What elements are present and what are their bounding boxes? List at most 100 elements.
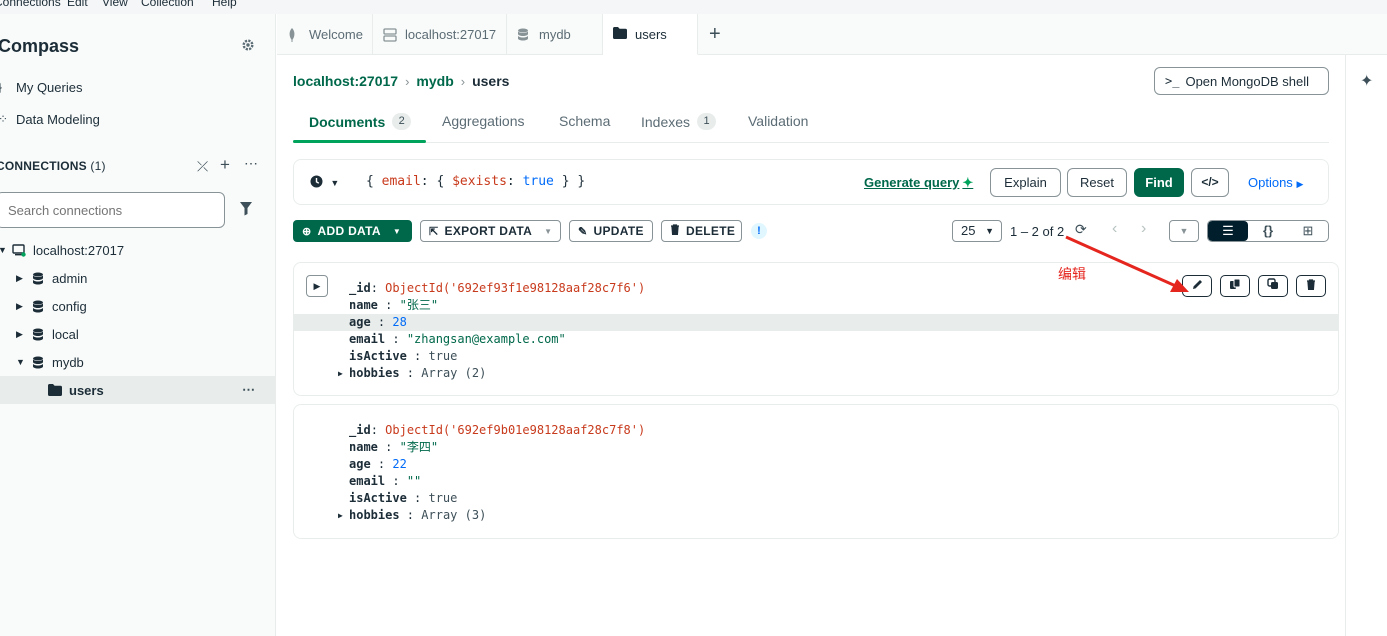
- tab-localhost[interactable]: localhost:27017: [373, 14, 507, 55]
- add-data-button[interactable]: ⊕ ADD DATA ▼: [293, 220, 412, 242]
- tree-db-admin[interactable]: ▶ admin: [0, 264, 276, 292]
- delete-document-icon[interactable]: [1296, 275, 1326, 297]
- list-view-icon[interactable]: ☰: [1208, 221, 1248, 241]
- tab-aggregations-label: Aggregations: [442, 113, 525, 129]
- sidebar: Compass } My Queries ⁘ Data Modeling CON…: [0, 14, 276, 636]
- caret-right-icon[interactable]: ▶: [16, 273, 26, 284]
- code-icon[interactable]: </>: [1191, 168, 1229, 197]
- tab-mydb[interactable]: mydb: [507, 14, 603, 55]
- field-value[interactable]: "李四": [400, 440, 438, 454]
- open-shell-button[interactable]: >_ Open MongoDB shell: [1154, 67, 1329, 95]
- chevron-down-icon: ▼: [985, 226, 994, 236]
- tab-indexes[interactable]: Indexes 1: [641, 113, 717, 130]
- field-key: name: [349, 440, 378, 454]
- sparkle-icon[interactable]: ✦: [1360, 71, 1373, 91]
- connections-heading: CONNECTIONS (1): [0, 159, 106, 173]
- folder-icon: [613, 27, 627, 41]
- menu-collection[interactable]: Collection: [141, 0, 194, 9]
- tab-schema[interactable]: Schema: [559, 113, 610, 129]
- field-key: email: [349, 332, 386, 346]
- filter-icon[interactable]: [239, 201, 253, 217]
- field-value[interactable]: Array (3): [421, 508, 486, 522]
- sparkle-icon: ✦: [962, 175, 974, 190]
- nav-my-queries[interactable]: } My Queries: [0, 75, 276, 99]
- db-mydb-label: mydb: [52, 354, 84, 370]
- page-options-dropdown[interactable]: ▼: [1169, 220, 1199, 242]
- connections-title: CONNECTIONS: [0, 159, 87, 173]
- database-icon: [517, 28, 531, 42]
- previous-page-icon[interactable]: ‹: [1112, 220, 1117, 238]
- plus-circle-icon: ⊕: [302, 225, 312, 238]
- reset-button[interactable]: Reset: [1067, 168, 1127, 197]
- tree-db-mydb[interactable]: ▼ mydb: [0, 348, 276, 376]
- menu-help[interactable]: Help: [212, 0, 237, 9]
- tree-connection[interactable]: ▼ localhost:27017: [0, 236, 276, 264]
- clone-document-icon[interactable]: [1258, 275, 1288, 297]
- find-button[interactable]: Find: [1134, 168, 1184, 197]
- breadcrumb-database[interactable]: mydb: [416, 73, 453, 89]
- json-view-icon[interactable]: {}: [1248, 221, 1288, 241]
- connections-menu-icon[interactable]: ⋯: [244, 155, 258, 172]
- breadcrumb: localhost:27017 › mydb › users: [293, 73, 509, 89]
- menu-view[interactable]: View: [102, 0, 128, 9]
- collapse-all-icon[interactable]: ⤫: [197, 158, 208, 175]
- field-value[interactable]: 28: [392, 315, 406, 329]
- tab-documents[interactable]: Documents 2: [309, 113, 412, 130]
- field-value[interactable]: ObjectId('692ef93f1e98128aaf28c7f6'): [385, 281, 645, 295]
- tree-db-local[interactable]: ▶ local: [0, 320, 276, 348]
- caret-right-icon[interactable]: ▶: [16, 301, 26, 312]
- field-value[interactable]: "": [407, 474, 421, 488]
- new-tab-icon[interactable]: +: [709, 24, 721, 44]
- pencil-icon: ✎: [578, 225, 588, 238]
- breadcrumb-connection[interactable]: localhost:27017: [293, 73, 398, 89]
- tab-aggregations[interactable]: Aggregations: [442, 113, 525, 129]
- field-value[interactable]: "zhangsan@example.com": [407, 332, 566, 346]
- tab-validation-label: Validation: [748, 113, 809, 129]
- field-value[interactable]: 22: [392, 457, 406, 471]
- expand-array-icon[interactable]: ▶: [338, 365, 343, 382]
- caret-down-icon[interactable]: ▼: [16, 357, 26, 367]
- annotation-label: 编辑: [1058, 266, 1086, 282]
- table-view-icon[interactable]: ⊞: [1288, 221, 1328, 241]
- export-data-button[interactable]: ⇱ EXPORT DATA ▼: [420, 220, 561, 242]
- edit-document-icon[interactable]: [1182, 275, 1212, 297]
- chevron-down-icon[interactable]: ▼: [330, 178, 339, 188]
- next-page-icon[interactable]: ›: [1141, 220, 1146, 238]
- field-key: _id: [349, 281, 371, 295]
- copy-document-icon[interactable]: [1220, 275, 1250, 297]
- nav-data-modeling[interactable]: ⁘ Data Modeling: [0, 107, 276, 131]
- tree-db-config[interactable]: ▶ config: [0, 292, 276, 320]
- lightbulb-icon[interactable]: !: [751, 223, 767, 239]
- tree-collection-users[interactable]: users ⋯: [0, 376, 276, 404]
- tab-welcome[interactable]: Welcome: [277, 14, 373, 55]
- document-card: ▶ _id: ObjectId('692ef93f1e98128aaf28c7f…: [293, 262, 1339, 396]
- field-value[interactable]: Array (2): [421, 366, 486, 380]
- caret-down-icon[interactable]: ▼: [0, 245, 8, 255]
- tab-validation[interactable]: Validation: [748, 113, 808, 129]
- update-button[interactable]: ✎ UPDATE: [569, 220, 653, 242]
- collection-users-label: users: [69, 382, 104, 398]
- delete-button[interactable]: DELETE: [661, 220, 742, 242]
- query-history-icon[interactable]: ▼: [310, 175, 339, 189]
- collection-menu-icon[interactable]: ⋯: [242, 382, 256, 398]
- expand-array-icon[interactable]: ▶: [338, 507, 343, 524]
- menu-connections[interactable]: Connections: [0, 0, 61, 9]
- gear-icon[interactable]: [240, 38, 256, 54]
- filter-input[interactable]: { email: { $exists: true } }: [366, 174, 585, 189]
- field-value[interactable]: true: [428, 491, 457, 505]
- explain-button[interactable]: Explain: [990, 168, 1061, 197]
- generate-query-link[interactable]: Generate query ✦: [864, 175, 973, 191]
- refresh-icon[interactable]: ⟳: [1075, 221, 1087, 238]
- field-value[interactable]: ObjectId('692ef9b01e98128aaf28c7f8'): [385, 423, 645, 437]
- field-value[interactable]: "张三": [400, 298, 438, 312]
- tab-users[interactable]: users: [603, 14, 698, 55]
- field-value[interactable]: true: [428, 349, 457, 363]
- expand-document-icon[interactable]: ▶: [306, 275, 328, 297]
- field-key: age: [349, 315, 371, 329]
- add-connection-icon[interactable]: +: [220, 155, 230, 175]
- page-size-select[interactable]: 25 ▼: [952, 220, 1002, 242]
- menu-edit[interactable]: Edit: [67, 0, 88, 9]
- caret-right-icon[interactable]: ▶: [16, 329, 26, 340]
- search-connections-input[interactable]: [0, 192, 225, 228]
- options-link[interactable]: Options ▶: [1248, 175, 1303, 190]
